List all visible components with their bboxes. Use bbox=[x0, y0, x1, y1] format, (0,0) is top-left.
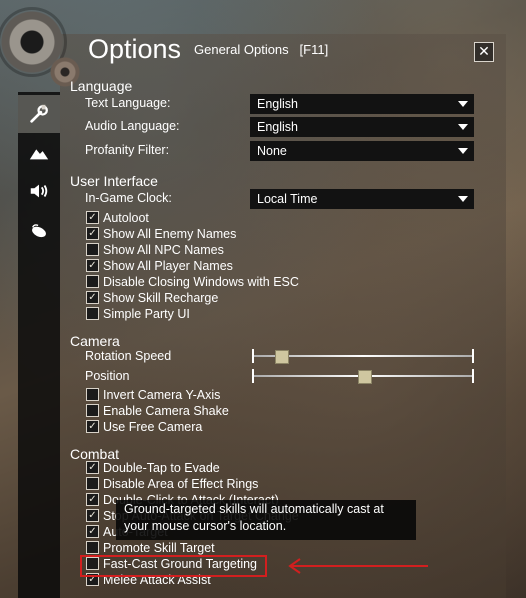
ui-checkbox-row[interactable]: Show All NPC Names bbox=[86, 243, 224, 257]
chevron-down-icon bbox=[458, 196, 468, 202]
clock-value: Local Time bbox=[257, 192, 318, 206]
window-title: Options bbox=[88, 34, 182, 64]
checkbox-unchecked[interactable] bbox=[86, 388, 99, 402]
position-label: Position bbox=[85, 369, 130, 383]
tab-controls[interactable] bbox=[18, 212, 60, 250]
ui-checkbox-row[interactable]: Simple Party UI bbox=[86, 307, 190, 321]
slider-end bbox=[472, 349, 474, 363]
checkbox-unchecked[interactable] bbox=[86, 307, 99, 321]
slider-end bbox=[252, 349, 254, 363]
hotkey-text: [F11] bbox=[299, 42, 329, 57]
speaker-icon bbox=[30, 184, 48, 198]
checkbox-label: Promote Skill Target bbox=[103, 541, 215, 555]
section-language-title: Language bbox=[70, 78, 133, 94]
checkbox-label: Use Free Camera bbox=[103, 420, 203, 434]
text-language-value: English bbox=[257, 97, 298, 111]
checkbox-checked[interactable]: ✓ bbox=[86, 525, 99, 539]
checkbox-unchecked[interactable] bbox=[86, 275, 99, 289]
profanity-filter-label: Profanity Filter: bbox=[85, 143, 170, 157]
arrow-annotation bbox=[288, 558, 428, 574]
tab-graphics[interactable] bbox=[18, 134, 60, 172]
camera-checkbox-row[interactable]: Invert Camera Y-Axis bbox=[86, 388, 220, 402]
slider-end bbox=[472, 369, 474, 383]
profanity-filter-value: None bbox=[257, 144, 287, 158]
subtitle-text: General Options bbox=[194, 42, 289, 57]
section-ui-title: User Interface bbox=[70, 173, 158, 189]
mountain-icon bbox=[29, 149, 49, 160]
section-camera-title: Camera bbox=[70, 333, 120, 349]
rotation-speed-slider[interactable] bbox=[252, 349, 474, 364]
camera-checkbox-row[interactable]: Enable Camera Shake bbox=[86, 404, 229, 418]
combat-checkbox-row[interactable]: Promote Skill Target bbox=[86, 541, 215, 555]
checkbox-label: Enable Camera Shake bbox=[103, 404, 229, 418]
chevron-down-icon bbox=[458, 101, 468, 107]
checkbox-unchecked[interactable] bbox=[86, 404, 99, 418]
text-language-label: Text Language: bbox=[85, 96, 171, 110]
chevron-down-icon bbox=[458, 148, 468, 154]
window-subtitle: General Options [F11] bbox=[194, 42, 328, 57]
checkbox-label: Autoloot bbox=[103, 211, 149, 225]
ui-checkbox-row[interactable]: ✓ Show All Player Names bbox=[86, 259, 233, 273]
checkbox-checked[interactable]: ✓ bbox=[86, 509, 99, 523]
checkbox-label: Disable Closing Windows with ESC bbox=[103, 275, 299, 289]
section-combat-title: Combat bbox=[70, 446, 120, 462]
tab-sound[interactable] bbox=[18, 172, 60, 210]
slider-end bbox=[252, 369, 254, 383]
ui-checkbox-row[interactable]: ✓ Show Skill Recharge bbox=[86, 291, 218, 305]
mouse-icon bbox=[31, 224, 46, 238]
checkbox-label: Show All Enemy Names bbox=[103, 227, 237, 241]
ui-checkbox-row[interactable]: Disable Closing Windows with ESC bbox=[86, 275, 299, 289]
clock-select[interactable]: Local Time bbox=[250, 189, 474, 209]
checkbox-unchecked[interactable] bbox=[86, 477, 99, 491]
chevron-down-icon bbox=[458, 124, 468, 130]
combat-checkbox-row[interactable]: Disable Area of Effect Rings bbox=[86, 477, 258, 491]
audio-language-select[interactable]: English bbox=[250, 117, 474, 137]
rotation-speed-label: Rotation Speed bbox=[85, 349, 172, 363]
camera-checkbox-row[interactable]: ✓ Use Free Camera bbox=[86, 420, 202, 434]
checkbox-checked[interactable]: ✓ bbox=[86, 493, 99, 507]
checkbox-checked[interactable]: ✓ bbox=[86, 211, 99, 225]
wrench-icon bbox=[30, 104, 48, 123]
clock-label: In-Game Clock: bbox=[85, 191, 172, 205]
tab-general[interactable] bbox=[18, 95, 60, 133]
checkbox-label: Invert Camera Y-Axis bbox=[103, 388, 221, 402]
ui-checkbox-row[interactable]: ✓ Autoloot bbox=[86, 211, 149, 225]
checkbox-checked[interactable]: ✓ bbox=[86, 259, 99, 273]
slider-thumb[interactable] bbox=[358, 370, 372, 384]
position-slider[interactable] bbox=[252, 369, 474, 384]
checkbox-checked[interactable]: ✓ bbox=[86, 227, 99, 241]
text-language-select[interactable]: English bbox=[250, 94, 474, 114]
audio-language-label: Audio Language: bbox=[85, 119, 180, 133]
highlight-box bbox=[80, 555, 267, 577]
checkbox-label: Simple Party UI bbox=[103, 307, 190, 321]
profanity-filter-select[interactable]: None bbox=[250, 141, 474, 161]
options-tab-bar bbox=[18, 92, 60, 598]
checkbox-unchecked[interactable] bbox=[86, 243, 99, 257]
checkbox-label: Disable Area of Effect Rings bbox=[103, 477, 259, 491]
audio-language-value: English bbox=[257, 120, 298, 134]
checkbox-checked[interactable]: ✓ bbox=[86, 420, 99, 434]
tooltip: Ground-targeted skills will automaticall… bbox=[116, 500, 416, 540]
checkbox-label: Show Skill Recharge bbox=[103, 291, 219, 305]
ui-checkbox-row[interactable]: ✓ Show All Enemy Names bbox=[86, 227, 236, 241]
checkbox-label: Double-Tap to Evade bbox=[103, 461, 220, 475]
checkbox-checked[interactable]: ✓ bbox=[86, 461, 99, 475]
checkbox-unchecked[interactable] bbox=[86, 541, 99, 555]
checkbox-label: Show All Player Names bbox=[103, 259, 233, 273]
combat-checkbox-row[interactable]: ✓ Double-Tap to Evade bbox=[86, 461, 220, 475]
slider-thumb[interactable] bbox=[274, 350, 289, 364]
close-button[interactable]: ✕ bbox=[474, 42, 494, 62]
checkbox-checked[interactable]: ✓ bbox=[86, 291, 99, 305]
checkbox-label: Show All NPC Names bbox=[103, 243, 224, 257]
